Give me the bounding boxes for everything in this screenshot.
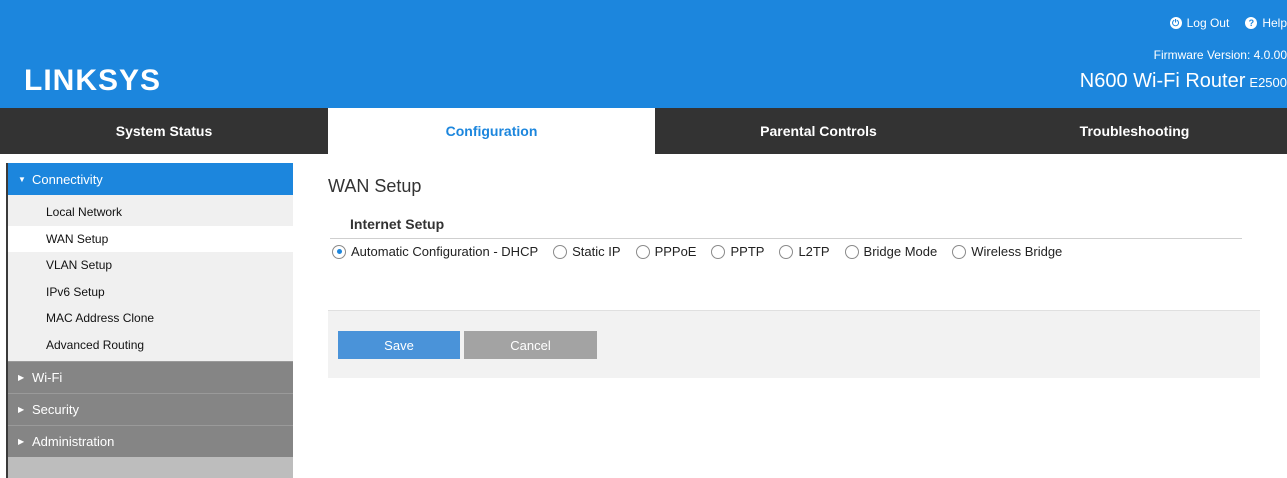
radio-label: PPPoE [654,244,697,259]
sidebar-section-label: Wi-Fi [32,370,63,385]
radio-button[interactable] [844,244,859,259]
radio-label: Automatic Configuration - DHCP [351,244,539,259]
router-model: N600 Wi-Fi Router E2500 [1080,70,1287,93]
linksys-logo[interactable]: LINKSYS [24,64,161,98]
radio-button[interactable] [952,244,967,259]
radio-button[interactable] [711,244,726,259]
sidebar-item-ipv6-setup[interactable]: IPv6 Setup [8,279,293,306]
sidebar-section-administration[interactable]: ▶ Administration [8,425,293,457]
action-bar: Save Cancel [328,310,1260,378]
radio-button[interactable] [635,244,650,259]
radio-option-bridge-mode[interactable]: Bridge Mode [844,244,938,259]
sidebar-item-mac-address-clone[interactable]: MAC Address Clone [8,305,293,332]
tab-configuration[interactable]: Configuration [328,108,655,154]
sidebar-section-label: Administration [32,434,115,449]
radio-option-pptp[interactable]: PPTP [711,244,764,259]
sidebar-item-local-network[interactable]: Local Network [8,199,293,226]
help-label: Help [1262,16,1287,30]
page-title: WAN Setup [328,176,422,196]
power-icon: ⏻ [1169,17,1182,29]
radio-option-static-ip[interactable]: Static IP [553,244,621,259]
main-content: WAN Setup Internet Setup Automatic Confi… [328,154,1268,478]
logout-link[interactable]: ⏻ Log Out [1169,16,1230,30]
help-icon: ? [1245,17,1258,29]
radio-option-l2tp[interactable]: L2TP [779,244,830,259]
model-name: N600 Wi-Fi Router [1079,70,1246,92]
radio-label: PPTP [730,244,765,259]
sidebar-section-security[interactable]: ▶ Security [8,393,293,425]
radio-button[interactable] [779,244,794,259]
tab-parental-controls[interactable]: Parental Controls [655,108,982,154]
sidebar-item-wan-setup[interactable]: WAN Setup [8,225,293,252]
sidebar-submenu: Local Network WAN Setup VLAN Setup IPv6 … [8,195,293,361]
radio-option-dhcp[interactable]: Automatic Configuration - DHCP [332,244,538,259]
header: LINKSYS ⏻ Log Out ? Help Firmware Versio… [0,0,1287,108]
caret-down-icon: ▼ [18,174,26,184]
radio-label: Static IP [572,244,621,259]
radio-label: L2TP [798,244,830,259]
top-links: ⏻ Log Out ? Help [1154,16,1287,30]
tab-troubleshooting[interactable]: Troubleshooting [982,108,1287,154]
radio-label: Bridge Mode [863,244,938,259]
save-button[interactable]: Save [338,331,460,359]
caret-right-icon: ▶ [18,373,25,382]
radio-button[interactable] [332,244,346,259]
firmware-version: Firmware Version: 4.0.00 [1153,48,1287,62]
model-code: E2500 [1249,75,1287,90]
caret-right-icon: ▶ [18,405,25,414]
connection-type-group: Automatic Configuration - DHCP Static IP… [332,244,1077,259]
section-title: Internet Setup [350,216,445,232]
sidebar-section-connectivity[interactable]: ▼ Connectivity [8,163,293,195]
cancel-button[interactable]: Cancel [464,331,597,359]
radio-label: Wireless Bridge [971,244,1063,259]
caret-right-icon: ▶ [18,437,25,446]
sidebar-section-wifi[interactable]: ▶ Wi-Fi [8,361,293,393]
sidebar-item-vlan-setup[interactable]: VLAN Setup [8,252,293,279]
section-divider [330,238,1242,239]
sidebar: ▼ Connectivity Local Network WAN Setup V… [8,163,293,478]
help-link[interactable]: ? Help [1245,16,1287,30]
radio-option-wireless-bridge[interactable]: Wireless Bridge [952,244,1062,259]
radio-button[interactable] [553,244,568,259]
logout-label: Log Out [1186,16,1230,30]
main-tabs: System Status Configuration Parental Con… [0,108,1287,154]
sidebar-item-advanced-routing[interactable]: Advanced Routing [8,332,293,359]
sidebar-section-label: Security [32,402,79,417]
radio-option-pppoe[interactable]: PPPoE [635,244,697,259]
sidebar-section-label: Connectivity [32,171,103,187]
tab-system-status[interactable]: System Status [0,108,328,154]
